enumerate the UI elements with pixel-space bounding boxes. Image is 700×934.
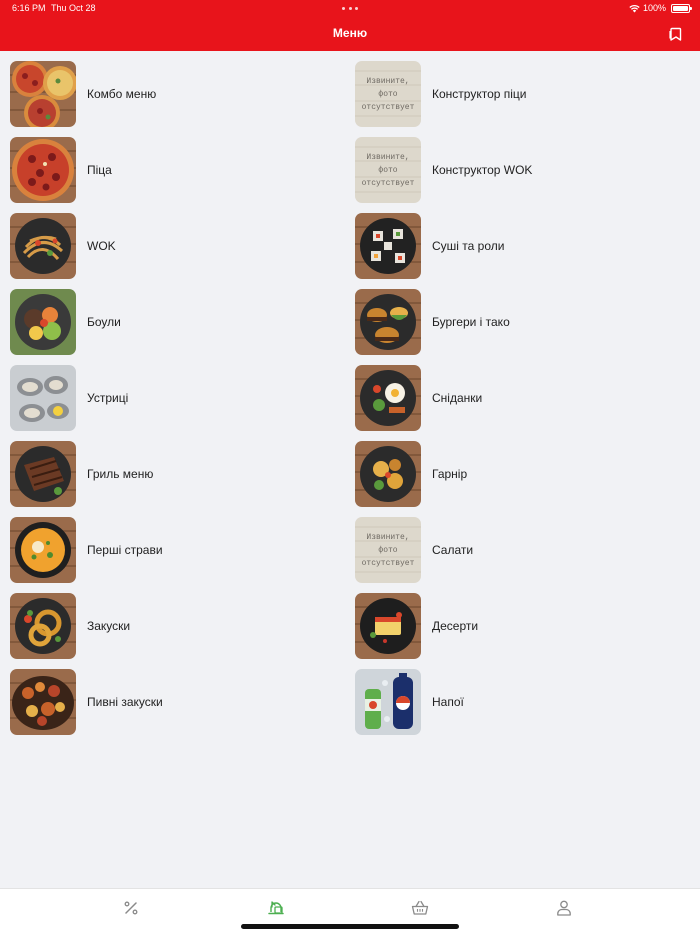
home-indicator [241,924,459,929]
svg-text:отсутствует: отсутствует [362,179,415,188]
status-indicators: 100% [629,3,692,13]
category-thumbnail-side-dish [355,441,421,507]
menu-category-item[interactable]: Суші та роли [355,213,685,279]
menu-category-label: Перші страви [87,543,163,557]
category-thumbnail-grill-steak [10,441,76,507]
svg-text:отсутствует: отсутствует [362,559,415,568]
menu-category-item[interactable]: Сніданки [355,365,685,431]
tab-cart-basket-icon[interactable] [411,899,429,917]
category-thumbnail-breakfast [355,365,421,431]
svg-text:отсутствует: отсутствует [362,103,415,112]
category-thumbnail-burgers [355,289,421,355]
menu-category-item[interactable]: Гарнір [355,441,685,507]
page-title: Меню [332,26,368,40]
tab-profile-user-icon[interactable] [555,899,573,917]
menu-category-label: Конструктор піци [432,87,527,101]
menu-category-item[interactable]: Десерти [355,593,685,659]
svg-text:Извините,: Извините, [366,153,409,162]
menu-category-label: Гриль меню [87,467,154,481]
svg-text:фото: фото [378,546,397,555]
category-thumbnail-oysters [10,365,76,431]
no-photo-placeholder-image: Извините, фото отсутствует [355,61,421,127]
status-date: Thu Oct 28 [51,3,96,13]
category-thumbnail-wok-noodles [10,213,76,279]
category-list: Комбо меню Піца WOK Боули Устриці Гриль меню П… [0,51,700,888]
category-thumbnail-sushi [355,213,421,279]
battery-percent: 100% [642,3,666,13]
category-thumbnail-dessert [355,593,421,659]
tab-menu-tray-icon[interactable] [267,899,285,917]
wifi-icon [629,4,640,12]
menu-category-item[interactable]: WOK [10,213,340,279]
tab-promotions-percent-icon[interactable] [122,899,140,917]
menu-category-label: Бургери і тако [432,315,510,329]
menu-category-item[interactable]: Піца [10,137,340,203]
category-thumbnail-bowl [10,289,76,355]
category-thumbnail-soup [10,517,76,583]
menu-category-label: Напої [432,695,464,709]
no-photo-placeholder-image: Извините, фото отсутствует [355,137,421,203]
menu-category-item[interactable]: Закуски [10,593,340,659]
menu-category-label: Салати [432,543,474,557]
menu-category-label: Сніданки [432,391,483,405]
menu-category-item[interactable]: Извините, фото отсутствует Салати [355,517,685,583]
category-thumbnail-drinks [355,669,421,735]
battery-icon [671,3,692,13]
no-photo-placeholder-image: Извините, фото отсутствует [355,517,421,583]
svg-text:фото: фото [378,166,397,175]
menu-category-item[interactable]: Бургери і тако [355,289,685,355]
menu-category-label: Гарнір [432,467,468,481]
svg-text:фото: фото [378,90,397,99]
menu-category-label: Боули [87,315,121,329]
menu-category-label: Десерти [432,619,479,633]
menu-category-item[interactable]: Гриль меню [10,441,340,507]
category-thumbnail-pizza [10,137,76,203]
menu-category-label: Закуски [87,619,131,633]
menu-category-item[interactable]: Комбо меню [10,61,340,127]
menu-category-label: Комбо меню [87,87,157,101]
menu-category-item[interactable]: Боули [10,289,340,355]
svg-text:Извините,: Извините, [366,77,409,86]
menu-category-item[interactable]: Извините, фото отсутствует Конструктор піци [355,61,685,127]
menu-category-label: Пивні закуски [87,695,163,709]
category-thumbnail-pizza-combo [10,61,76,127]
menu-category-label: Устриці [87,391,129,405]
menu-category-item[interactable]: Устриці [10,365,340,431]
menu-category-item[interactable]: Пивні закуски [10,669,340,735]
menu-category-item[interactable]: Извините, фото отсутствует Конструктор WOK [355,137,685,203]
category-thumbnail-beer-snacks [10,669,76,735]
menu-category-item[interactable]: Перші страви [10,517,340,583]
menu-category-item[interactable]: Напої [355,669,685,735]
status-time: 6:16 PM [12,3,46,13]
menu-category-label: WOK [87,239,116,253]
app-header: 6:16 PM Thu Oct 28 100% Меню [0,0,700,51]
menu-category-label: Суші та роли [432,239,505,253]
category-thumbnail-onion-rings [10,593,76,659]
multitasking-dots-icon[interactable] [342,7,358,10]
menu-category-label: Піца [87,163,112,177]
svg-text:Извините,: Извините, [366,533,409,542]
bookmark-icon[interactable] [668,26,684,42]
menu-category-label: Конструктор WOK [432,163,533,177]
